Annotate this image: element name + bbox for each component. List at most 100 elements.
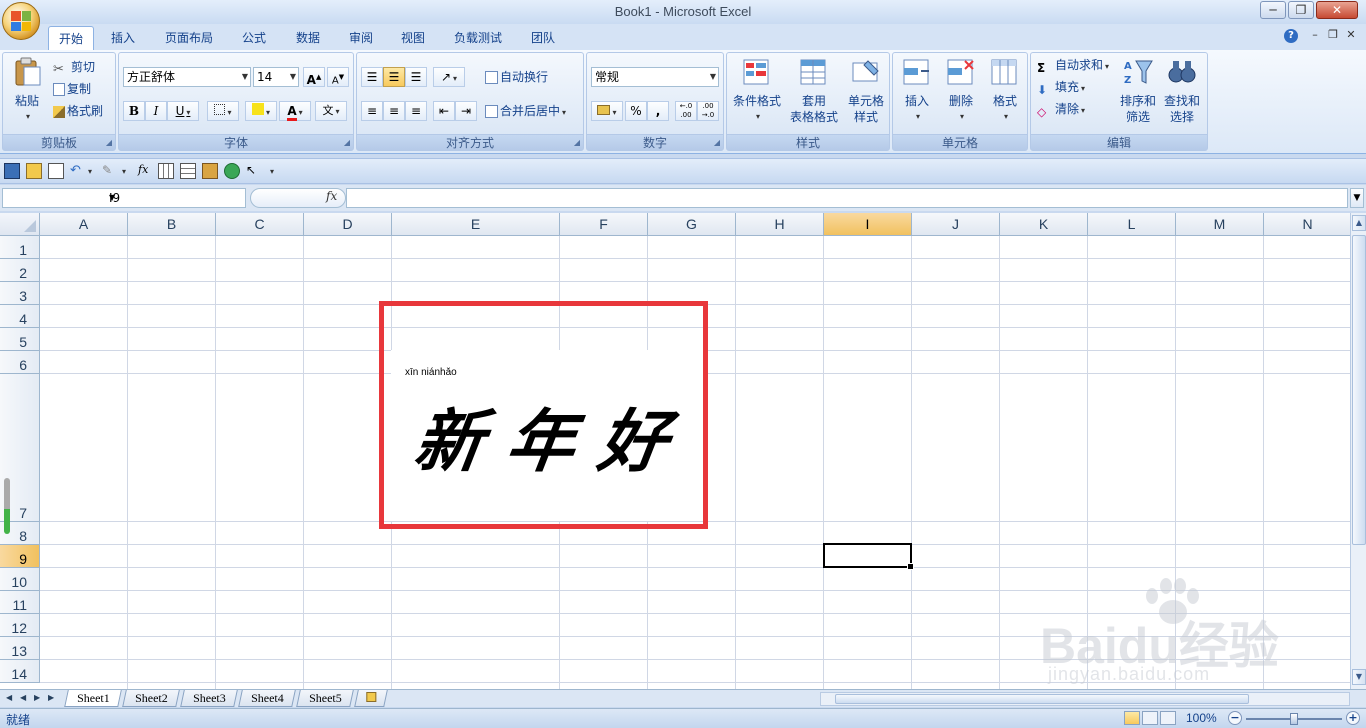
ribbon-close-button[interactable]: ✕	[1342, 28, 1360, 41]
function-icon[interactable]: fx	[138, 163, 154, 179]
align-right-button[interactable]: ≡	[405, 101, 427, 121]
chevron-down-icon[interactable]: ▼	[109, 189, 242, 207]
last-sheet-icon[interactable]: ▶	[48, 693, 54, 702]
align-bottom-button[interactable]: ☰	[405, 67, 427, 87]
cursor-icon[interactable]: ↖	[246, 163, 262, 179]
align-top-button[interactable]: ☰	[361, 67, 383, 87]
grow-font-button[interactable]: A▲	[303, 67, 325, 87]
horizontal-scroll-thumb[interactable]	[835, 694, 1249, 704]
format-painter-button[interactable]: 格式刷	[53, 101, 103, 121]
row-header-4[interactable]: 4	[0, 305, 40, 328]
chevron-down-icon[interactable]: ▾	[122, 167, 138, 183]
row-header-14[interactable]: 14	[0, 660, 40, 683]
row-header-1[interactable]: 1	[0, 236, 40, 259]
merge-center-button[interactable]: 合并后居中 ▾	[485, 101, 566, 121]
sheet-tab-5[interactable]: Sheet5	[296, 690, 354, 707]
format-as-table-button[interactable]: 套用 表格格式	[783, 57, 845, 125]
normal-view-button[interactable]	[1124, 711, 1140, 725]
copy-button[interactable]: 复制	[53, 79, 91, 99]
currency-button[interactable]: ▾	[591, 101, 623, 121]
row-header-12[interactable]: 12	[0, 614, 40, 637]
tab-team[interactable]: 团队	[522, 26, 564, 50]
underline-button[interactable]: U ▾	[167, 101, 199, 121]
zoom-out-button[interactable]: −	[1228, 711, 1242, 725]
decrease-indent-button[interactable]: ⇤	[433, 101, 455, 121]
column-header-e[interactable]: E	[392, 213, 560, 236]
borders-button[interactable]: ▾	[207, 101, 239, 121]
row-header-6[interactable]: 6	[0, 351, 40, 374]
tab-formulas[interactable]: 公式	[232, 26, 276, 50]
select-all-button[interactable]	[0, 213, 40, 236]
find-select-button[interactable]: 查找和 选择	[1159, 57, 1205, 125]
column-header-h[interactable]: H	[736, 213, 824, 236]
conditional-formatting-button[interactable]: 条件格式 ▾	[729, 57, 785, 125]
column-header-d[interactable]: D	[304, 213, 392, 236]
wrap-text-button[interactable]: 自动换行	[485, 67, 548, 87]
cut-button[interactable]: ✂ 剪切	[53, 57, 95, 77]
italic-button[interactable]: I	[145, 101, 167, 121]
scroll-up-icon[interactable]: ▲	[1352, 215, 1366, 231]
column-header-g[interactable]: G	[648, 213, 736, 236]
row-header-5[interactable]: 5	[0, 328, 40, 351]
font-size-select[interactable]: 14 ▼	[253, 67, 299, 87]
ribbon-restore-button[interactable]: ❐	[1324, 28, 1342, 41]
column-header-c[interactable]: C	[216, 213, 304, 236]
name-box[interactable]: I9 ▼	[2, 188, 246, 208]
row-header-11[interactable]: 11	[0, 591, 40, 614]
zoom-in-button[interactable]: +	[1346, 711, 1360, 725]
number-format-select[interactable]: 常规 ▼	[591, 67, 719, 87]
row-header-9[interactable]: 9	[0, 545, 40, 568]
zoom-level[interactable]: 100%	[1186, 711, 1217, 725]
expand-formula-bar-button[interactable]: ▼	[1350, 188, 1364, 208]
row-header-13[interactable]: 13	[0, 637, 40, 660]
tab-home[interactable]: 开始	[48, 26, 94, 50]
insert-function-icon[interactable]: fx	[326, 189, 337, 203]
dialog-launcher-icon[interactable]: ◢	[106, 138, 112, 147]
sheet-tab-1[interactable]: Sheet1	[64, 690, 122, 707]
minimize-button[interactable]: ─	[1260, 1, 1286, 19]
row-header-10[interactable]: 10	[0, 568, 40, 591]
close-button[interactable]: ✕	[1316, 1, 1358, 19]
column-header-n[interactable]: N	[1264, 213, 1350, 236]
tab-data[interactable]: 数据	[286, 26, 330, 50]
page-break-view-button[interactable]	[1160, 711, 1176, 725]
increase-decimal-button[interactable]: ←.0 .00	[675, 101, 697, 121]
first-sheet-icon[interactable]: ◀	[6, 693, 12, 702]
open-folder-icon[interactable]	[26, 163, 42, 179]
edit-icon[interactable]: ✎	[102, 163, 118, 179]
font-color-button[interactable]: A ▾	[279, 101, 311, 121]
insert-sheet-button[interactable]	[354, 690, 388, 707]
undo-icon[interactable]: ↶	[70, 163, 86, 179]
font-family-select[interactable]: 方正舒体 ▼	[123, 67, 251, 87]
horizontal-scrollbar[interactable]	[820, 692, 1350, 706]
dialog-launcher-icon[interactable]: ◢	[344, 138, 350, 147]
maximize-button[interactable]: ❐	[1288, 1, 1314, 19]
sort-filter-button[interactable]: AZ 排序和 筛选	[1115, 57, 1161, 125]
row-header-3[interactable]: 3	[0, 282, 40, 305]
sheet-tab-2[interactable]: Sheet2	[122, 690, 180, 707]
bold-button[interactable]: B	[123, 101, 145, 121]
page-layout-view-button[interactable]	[1142, 711, 1158, 725]
increase-indent-button[interactable]: ⇥	[455, 101, 477, 121]
column-header-b[interactable]: B	[128, 213, 216, 236]
active-cell-i9[interactable]	[823, 543, 914, 570]
comma-button[interactable]: ,	[647, 101, 669, 121]
scroll-down-icon[interactable]: ▼	[1352, 669, 1366, 685]
paste-button[interactable]: 粘贴 ▾	[7, 57, 47, 125]
fill-button[interactable]: ⬇ 填充 ▾	[1037, 77, 1085, 97]
prev-sheet-icon[interactable]: ◀	[20, 693, 26, 702]
format-cells-button[interactable]: 格式 ▾	[983, 57, 1027, 125]
tab-insert[interactable]: 插入	[102, 26, 144, 50]
column-header-a[interactable]: A	[40, 213, 128, 236]
tab-view[interactable]: 视图	[392, 26, 434, 50]
sheet-tab-3[interactable]: Sheet3	[180, 690, 238, 707]
tab-load-test[interactable]: 负载测试	[446, 26, 510, 50]
globe-icon[interactable]	[224, 163, 240, 179]
form-icon[interactable]	[180, 163, 196, 179]
sheet-tab-4[interactable]: Sheet4	[238, 690, 296, 707]
align-center-button[interactable]: ≡	[383, 101, 405, 121]
fill-color-button[interactable]: ▾	[245, 101, 277, 121]
customize-toolbar-icon[interactable]: ▾	[270, 167, 286, 183]
print-icon[interactable]	[48, 163, 64, 179]
vertical-scrollbar[interactable]: ▲ ▼	[1350, 213, 1366, 689]
